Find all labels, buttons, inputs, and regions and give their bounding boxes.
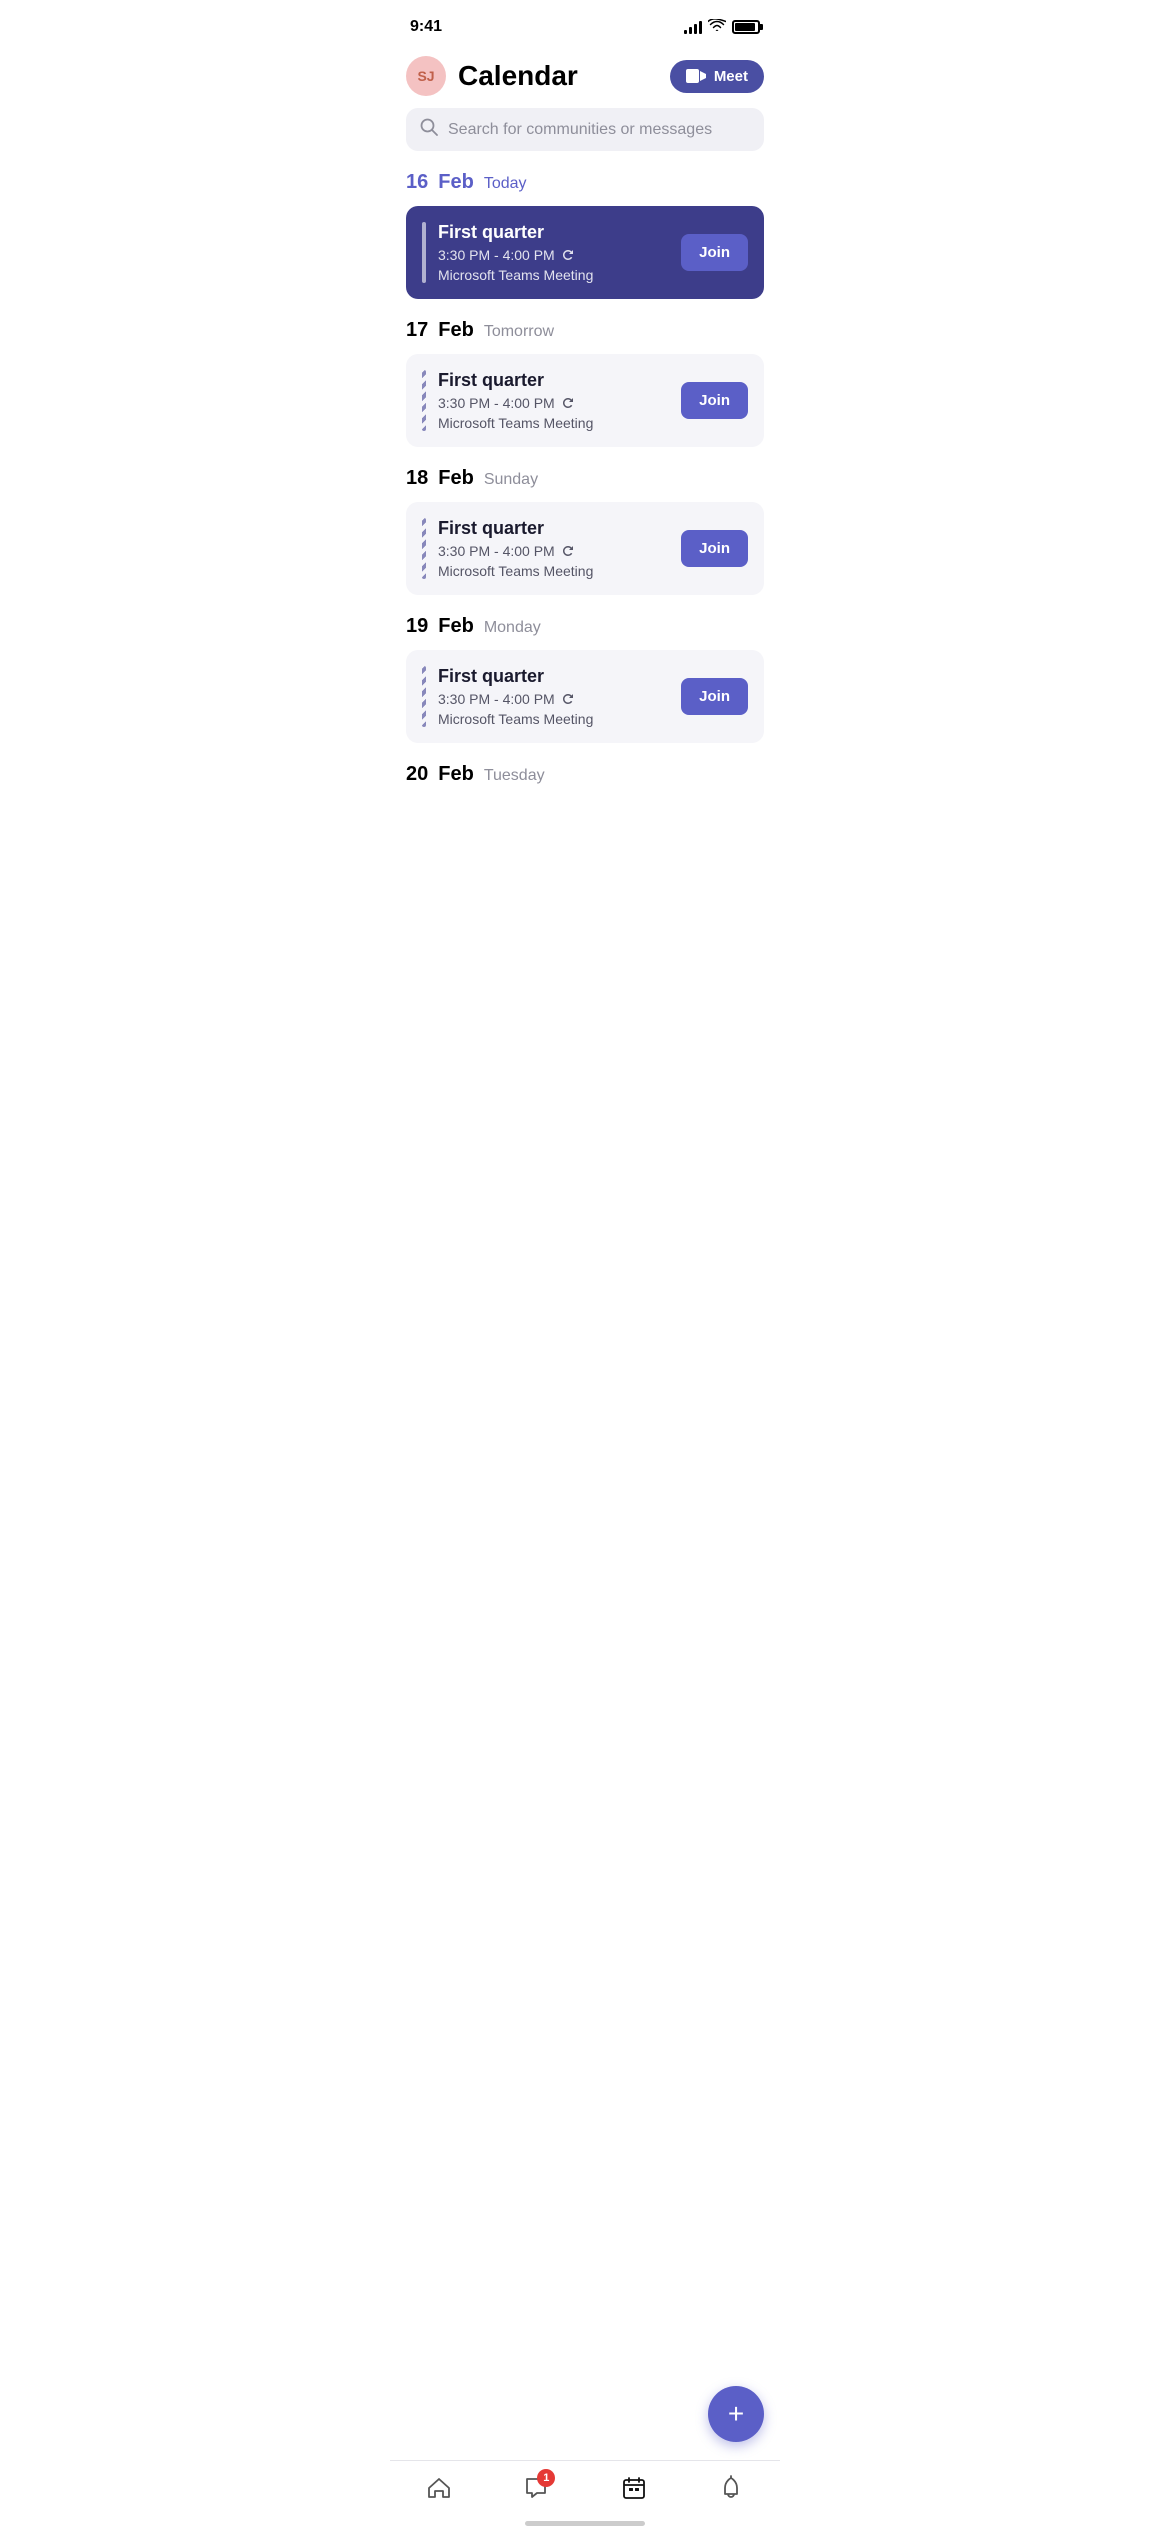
avatar[interactable]: SJ [406, 56, 446, 96]
event-title: First quarter [438, 222, 593, 243]
date-number-feb16: 16 [406, 171, 428, 194]
event-time: 3:30 PM - 4:00 PM [438, 395, 593, 411]
calendar-icon [621, 2475, 647, 2508]
event-stripe [422, 518, 426, 579]
battery-icon [732, 20, 760, 34]
date-day-feb19: Monday [484, 619, 541, 637]
event-card-feb17-1[interactable]: First quarter 3:30 PM - 4:00 PM Microsof… [406, 354, 764, 447]
bell-icon [718, 2475, 744, 2508]
status-time: 9:41 [410, 18, 442, 36]
event-stripe [422, 222, 426, 283]
join-button-feb17[interactable]: Join [681, 382, 748, 419]
event-title: First quarter [438, 370, 593, 391]
date-header-feb17: 17 Feb Tomorrow [406, 319, 764, 342]
event-card-feb16-1[interactable]: First quarter 3:30 PM - 4:00 PM Microsof… [406, 206, 764, 299]
meet-button[interactable]: Meet [670, 60, 764, 93]
date-number-feb20: 20 [406, 763, 428, 786]
search-icon [420, 118, 438, 141]
recur-icon [561, 248, 575, 262]
event-card-feb19-1[interactable]: First quarter 3:30 PM - 4:00 PM Microsof… [406, 650, 764, 743]
header: SJ Calendar Meet [390, 48, 780, 108]
date-month-feb17: Feb [438, 319, 474, 342]
date-number-feb17: 17 [406, 319, 428, 342]
date-header-feb16: 16 Feb Today [406, 171, 764, 194]
nav-item-home[interactable] [410, 2471, 468, 2512]
signal-bars-icon [684, 20, 702, 34]
home-indicator [525, 2521, 645, 2526]
date-month-feb19: Feb [438, 615, 474, 638]
status-bar: 9:41 [390, 0, 780, 48]
date-header-feb20: 20 Feb Tuesday [406, 763, 764, 786]
event-stripe [422, 370, 426, 431]
date-month-feb18: Feb [438, 467, 474, 490]
event-type: Microsoft Teams Meeting [438, 563, 593, 579]
recur-icon [561, 544, 575, 558]
recur-icon [561, 396, 575, 410]
join-button-feb16[interactable]: Join [681, 234, 748, 271]
date-header-feb18: 18 Feb Sunday [406, 467, 764, 490]
nav-item-chat[interactable]: 1 [507, 2471, 565, 2512]
date-day-feb20: Tuesday [484, 767, 545, 785]
event-title: First quarter [438, 666, 593, 687]
search-bar[interactable]: Search for communities or messages [406, 108, 764, 151]
video-camera-icon [686, 69, 706, 83]
date-number-feb19: 19 [406, 615, 428, 638]
date-day-feb18: Sunday [484, 471, 538, 489]
date-month-feb16: Feb [438, 171, 474, 194]
event-type: Microsoft Teams Meeting [438, 267, 593, 283]
join-button-feb19[interactable]: Join [681, 678, 748, 715]
event-type: Microsoft Teams Meeting [438, 711, 593, 727]
status-icons [684, 19, 760, 35]
wifi-icon [708, 19, 726, 35]
event-time: 3:30 PM - 4:00 PM [438, 691, 593, 707]
calendar-content: 16 Feb Today First quarter 3:30 PM - 4:0… [390, 167, 780, 898]
date-day-feb16: Today [484, 175, 527, 193]
home-icon [426, 2475, 452, 2508]
search-placeholder: Search for communities or messages [448, 121, 712, 139]
recur-icon [561, 692, 575, 706]
event-time: 3:30 PM - 4:00 PM [438, 543, 593, 559]
chat-badge: 1 [537, 2469, 555, 2487]
nav-item-calendar[interactable] [605, 2471, 663, 2512]
page-title: Calendar [458, 60, 578, 92]
date-number-feb18: 18 [406, 467, 428, 490]
nav-item-notifications[interactable] [702, 2471, 760, 2512]
event-card-feb18-1[interactable]: First quarter 3:30 PM - 4:00 PM Microsof… [406, 502, 764, 595]
date-day-feb17: Tomorrow [484, 323, 554, 341]
date-header-feb19: 19 Feb Monday [406, 615, 764, 638]
event-type: Microsoft Teams Meeting [438, 415, 593, 431]
event-title: First quarter [438, 518, 593, 539]
header-left: SJ Calendar [406, 56, 578, 96]
join-button-feb18[interactable]: Join [681, 530, 748, 567]
event-stripe [422, 666, 426, 727]
date-month-feb20: Feb [438, 763, 474, 786]
add-event-fab[interactable]: + [708, 2386, 764, 2442]
event-time: 3:30 PM - 4:00 PM [438, 247, 593, 263]
